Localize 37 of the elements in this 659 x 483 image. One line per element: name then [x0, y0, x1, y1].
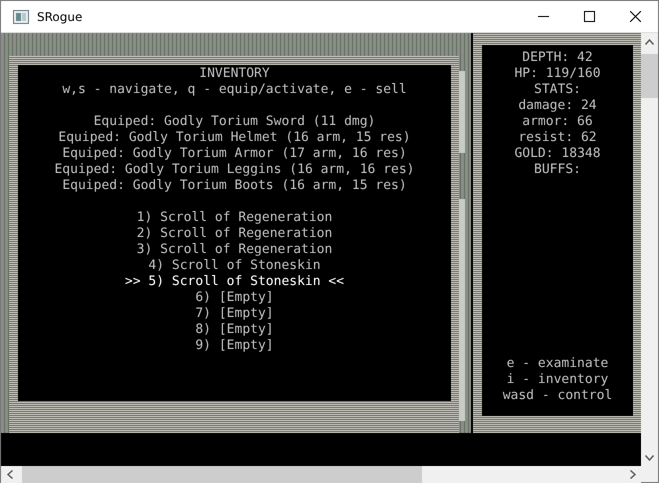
app-icon — [13, 10, 29, 24]
stat-text: DEPTH: 42 — [522, 50, 593, 66]
scroll-left-icon[interactable] — [6, 470, 12, 479]
inventory-slot[interactable]: >> 5) Scroll of Stoneskin << — [124, 274, 344, 290]
inventory-slot[interactable]: 4) Scroll of Stoneskin — [148, 258, 321, 274]
inventory-slot[interactable]: 6) [Empty] — [195, 290, 274, 306]
stat-text: STATS: — [534, 82, 581, 98]
inventory-slot[interactable]: 8) [Empty] — [195, 322, 274, 338]
stat-text: resist: 62 — [518, 130, 597, 146]
scroll-down-icon[interactable] — [645, 454, 654, 460]
maximize-icon[interactable] — [584, 11, 594, 22]
window-title: SRogue — [37, 10, 84, 24]
equipped-item: Equiped: Godly Torium Helmet (16 arm, 15 res) — [58, 130, 411, 146]
control-hint: e - examinate — [506, 356, 608, 372]
close-icon[interactable] — [630, 11, 640, 22]
scroll-right-icon[interactable] — [630, 470, 636, 479]
scrollbar-thumb[interactable] — [22, 466, 422, 483]
inventory-title: INVENTORY — [199, 66, 270, 82]
stat-text: armor: 66 — [522, 114, 593, 130]
inventory-slot[interactable]: 2) Scroll of Regeneration — [136, 226, 332, 242]
scroll-up-icon[interactable] — [645, 38, 654, 44]
help-text: w,s - navigate, q - equip/activate, e - sell — [62, 82, 407, 98]
equipped-item: Equiped: Godly Torium Leggins (16 arm, 16 res) — [54, 162, 415, 178]
control-hint: i - inventory — [506, 372, 608, 388]
stat-text: damage: 24 — [518, 98, 597, 114]
stat-text: BUFFS: — [534, 162, 581, 178]
inventory-slot[interactable]: 1) Scroll of Regeneration — [136, 210, 332, 226]
equipped-item: Equiped: Godly Torium Armor (17 arm, 16 res) — [62, 146, 407, 162]
inventory-slot[interactable]: 3) Scroll of Regeneration — [136, 242, 332, 258]
equipped-item: Equiped: Godly Torium Sword (11 dmg) — [94, 114, 376, 130]
control-hint: wasd - control — [502, 388, 612, 404]
stat-text: HP: 119/160 — [514, 66, 601, 82]
scrollbar-thumb[interactable] — [641, 54, 658, 98]
inventory-slot[interactable]: 7) [Empty] — [195, 306, 274, 322]
inventory-slot[interactable]: 9) [Empty] — [195, 338, 274, 354]
equipped-item: Equiped: Godly Torium Boots (16 arm, 15 res) — [62, 178, 407, 194]
stat-text: GOLD: 18348 — [514, 146, 601, 162]
